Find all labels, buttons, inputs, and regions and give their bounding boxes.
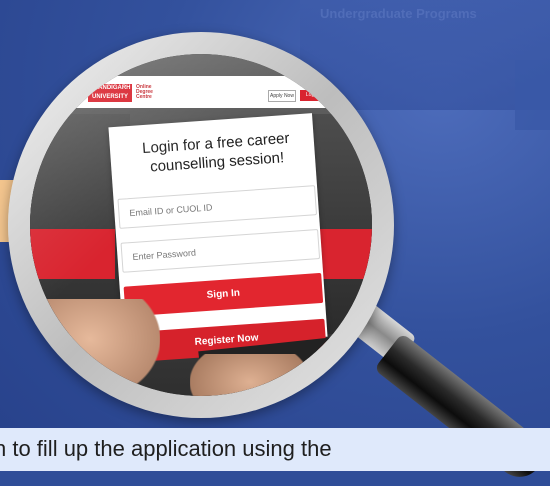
magnifier-lens: CHANDIGARH UNIVERSITY Online Degree Cent… (30, 54, 372, 396)
caption-bar: n to fill up the application using the (0, 428, 550, 471)
right-hand (190, 354, 310, 396)
online-centre-logo: Online Degree Centre (136, 84, 153, 100)
caption-text: n to fill up the application using the (0, 436, 332, 461)
university-logo: CHANDIGARH UNIVERSITY (88, 84, 132, 102)
right-red-seat (315, 229, 372, 279)
login-button[interactable]: Login (300, 90, 324, 101)
apply-now-button[interactable]: Apply Now (268, 90, 296, 102)
background-heading: Undergraduate Programs (320, 6, 477, 21)
email-field[interactable]: Email ID or CUOL ID (117, 185, 318, 229)
background-strip (515, 60, 550, 130)
login-card-title: Login for a free career counselling sess… (141, 129, 291, 176)
left-red-seat (30, 229, 115, 279)
left-hand (30, 299, 160, 396)
password-field[interactable]: Enter Password (120, 229, 321, 273)
